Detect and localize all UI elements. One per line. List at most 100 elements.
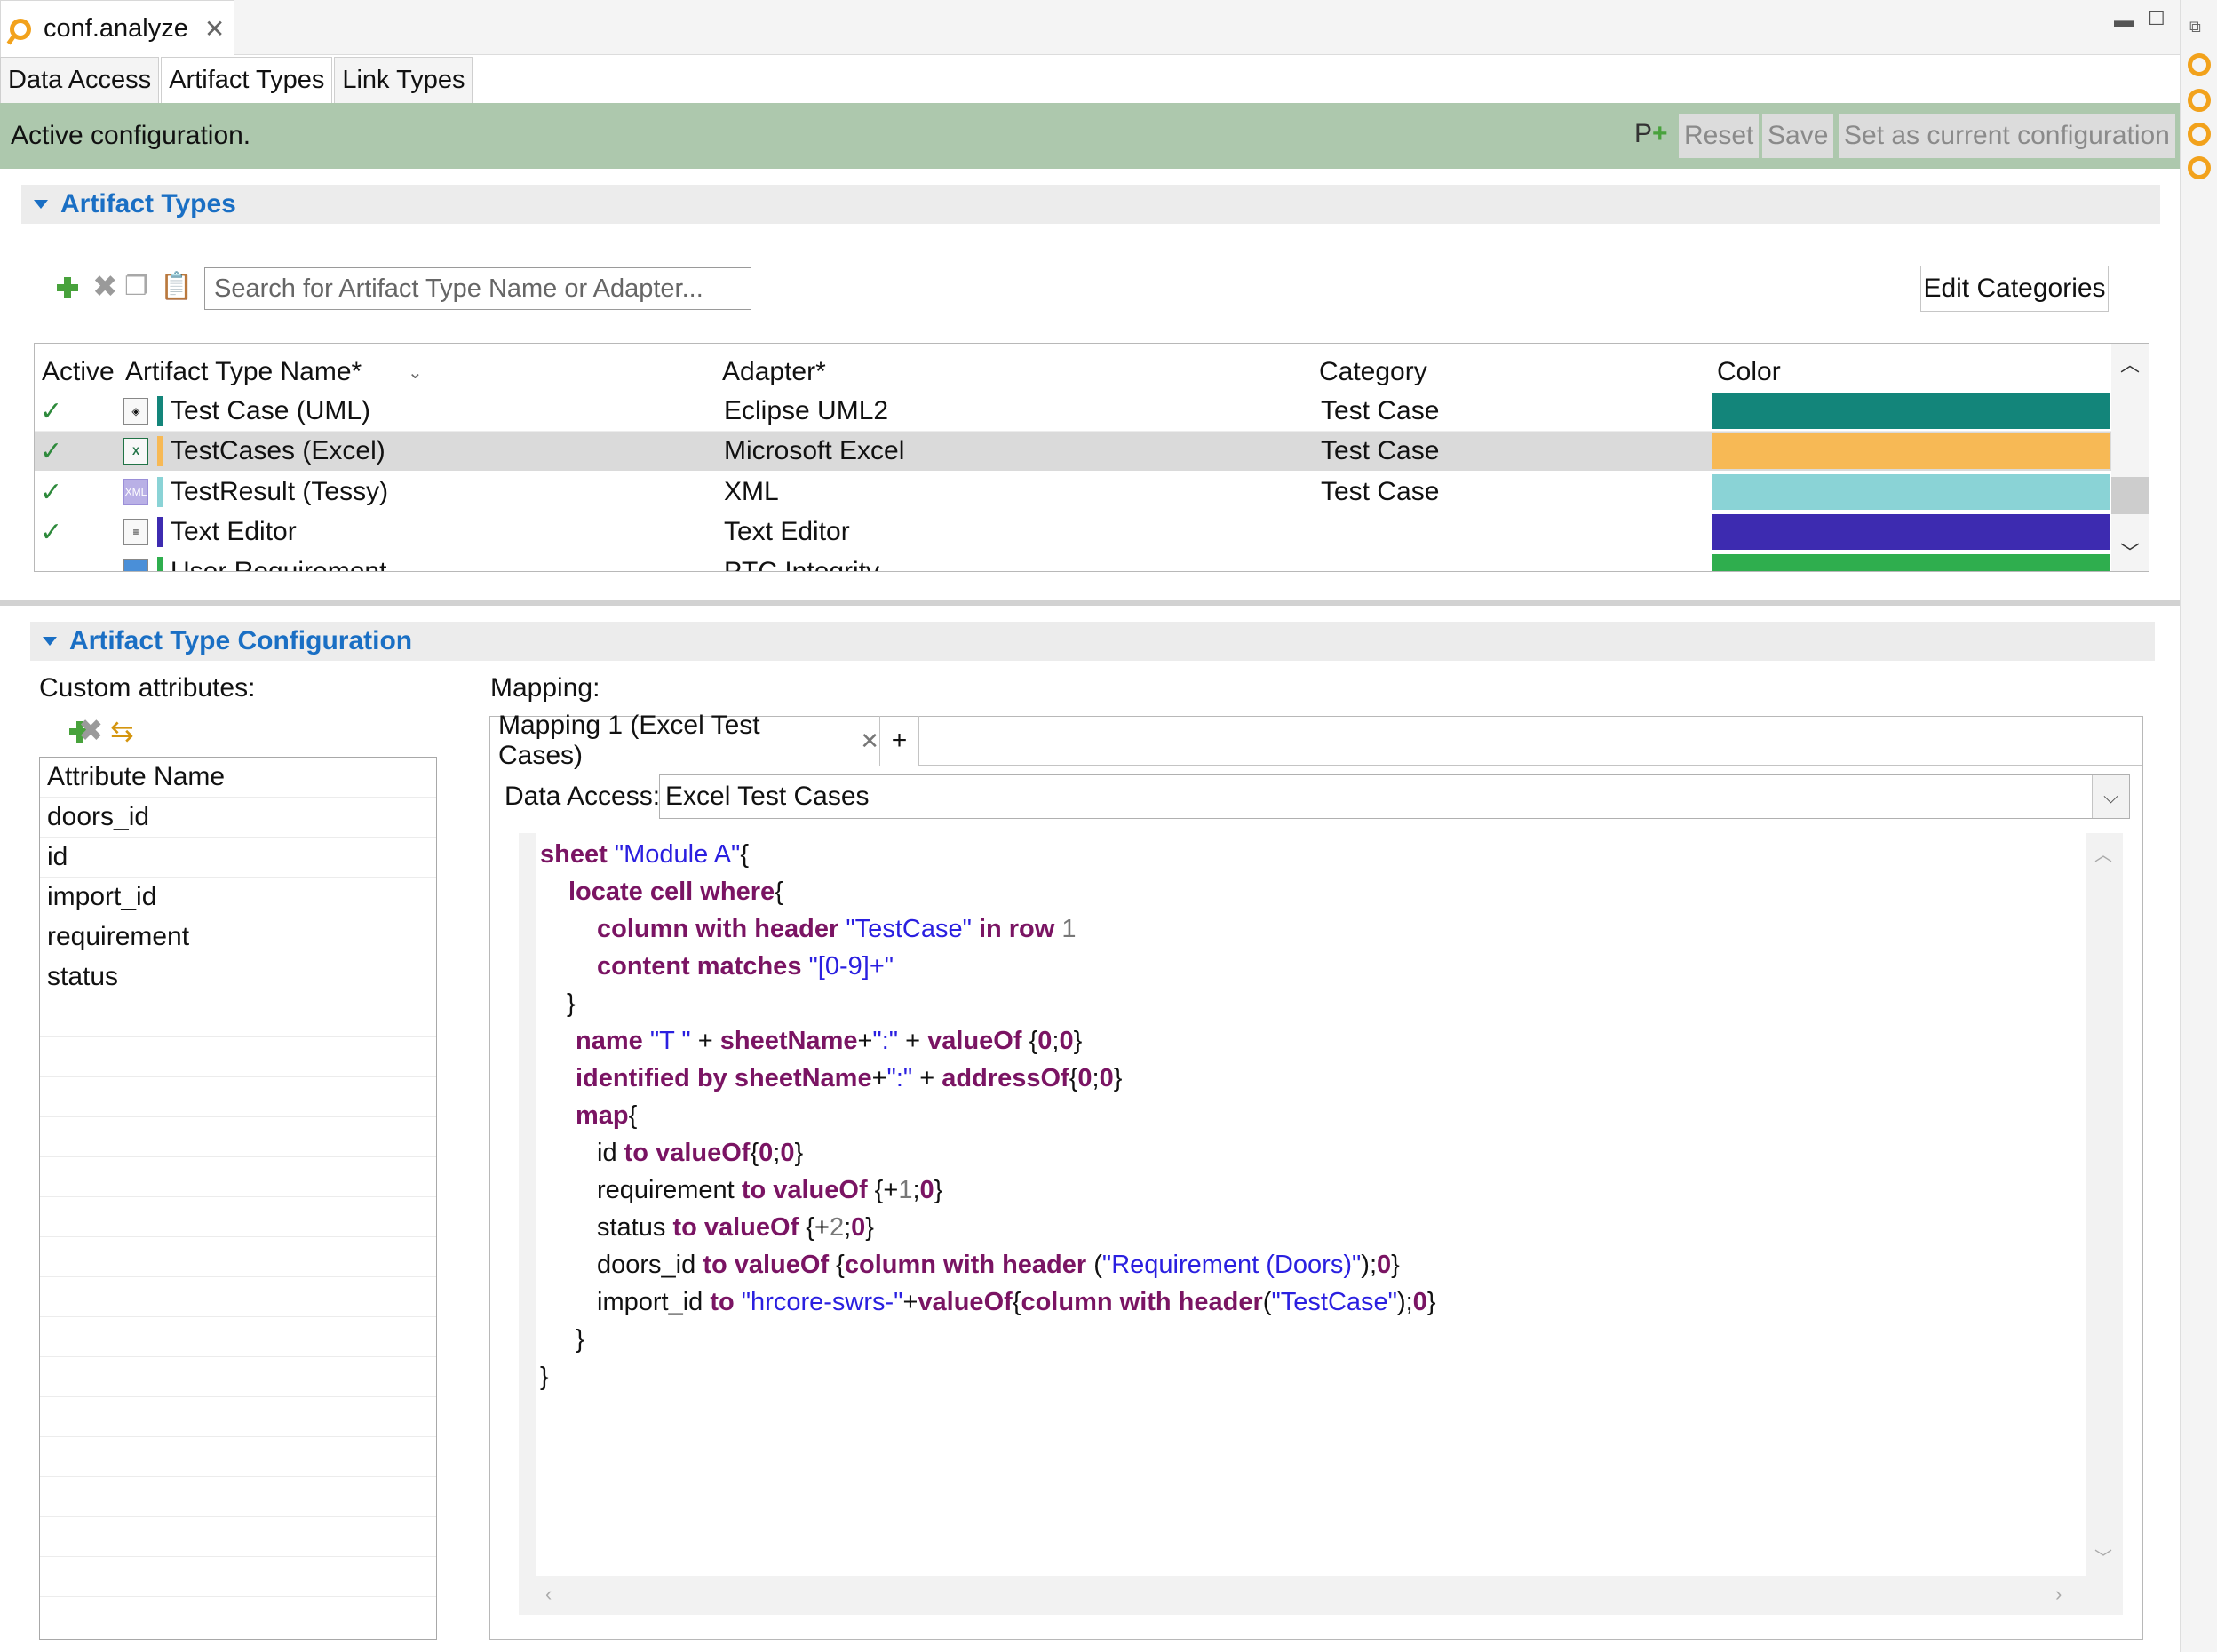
code-line: } xyxy=(540,1362,549,1392)
code-token: column with header xyxy=(844,1251,1087,1279)
artifact-search-input[interactable]: Search for Artifact Type Name or Adapter… xyxy=(204,267,751,310)
delete-attribute-icon[interactable]: ✖ xyxy=(78,716,104,746)
column-header-active[interactable]: Active xyxy=(42,351,115,393)
mapping-tab[interactable]: Mapping 1 (Excel Test Cases) ✕ xyxy=(489,711,880,770)
category-cell: Test Case xyxy=(1321,396,1440,425)
rename-attribute-icon[interactable]: ⇆ xyxy=(110,714,134,748)
code-token: map xyxy=(576,1101,629,1130)
sort-chevron-icon[interactable]: ⌄ xyxy=(408,351,423,393)
active-check-icon[interactable]: ✓ xyxy=(40,473,62,512)
code-line: id to valueOf{0;0} xyxy=(597,1139,803,1168)
collapse-icon xyxy=(43,637,57,646)
adapter-cell: XML xyxy=(724,477,779,506)
scroll-left-icon[interactable]: ‹ xyxy=(545,1583,552,1606)
data-access-select[interactable]: Excel Test Cases ⌵ xyxy=(659,774,2130,819)
table-vertical-scrollbar[interactable]: ︿ ﹀ xyxy=(2111,344,2149,571)
code-token: ; xyxy=(1092,1064,1100,1092)
minimize-icon[interactable]: ▬ xyxy=(2114,9,2134,32)
scroll-up-icon[interactable]: ︿ xyxy=(2094,840,2112,866)
code-token: to xyxy=(710,1288,735,1316)
delete-icon[interactable]: ✖ xyxy=(92,272,118,302)
list-item[interactable]: status xyxy=(40,957,436,997)
maximize-icon[interactable]: ☐ xyxy=(2148,7,2165,30)
table-row[interactable]: ✓ X TestCases (Excel) Microsoft Excel Tes… xyxy=(35,432,2113,471)
artifact-type-name: TestCases (Excel) xyxy=(171,436,385,465)
config-page-tabs: Data Access Artifact Types Link Types xyxy=(0,57,474,103)
color-swatch[interactable] xyxy=(1712,474,2110,510)
view-icon[interactable] xyxy=(2188,53,2211,76)
restore-icon[interactable]: ⧉ xyxy=(2189,18,2201,36)
column-header-category[interactable]: Category xyxy=(1319,351,1427,393)
list-item[interactable]: requirement xyxy=(40,917,436,957)
paste-icon[interactable]: 📋 xyxy=(160,274,193,300)
section-splitter[interactable] xyxy=(0,600,2180,606)
code-token: "Module A" xyxy=(614,840,741,869)
color-swatch[interactable] xyxy=(1712,393,2110,429)
add-mapping-button[interactable]: + xyxy=(880,716,919,766)
editor-tab[interactable]: conf.analyze ✕ xyxy=(0,0,234,57)
code-token: in row xyxy=(978,915,1055,943)
set-as-current-button[interactable]: Set as current configuration xyxy=(1839,114,2175,158)
active-check-icon[interactable]: ✓ xyxy=(40,512,62,552)
list-item[interactable]: doors_id xyxy=(40,798,436,838)
scrollbar-thumb[interactable] xyxy=(2111,477,2149,514)
code-token: } xyxy=(794,1139,804,1167)
table-row[interactable]: ✓ ≡ Text Editor Text Editor xyxy=(35,512,2113,552)
column-header-adapter[interactable]: Adapter* xyxy=(722,351,826,393)
code-token: valueOf xyxy=(918,1288,1013,1316)
column-header-color[interactable]: Color xyxy=(1717,351,1781,393)
scroll-down-icon[interactable]: ﹀ xyxy=(2094,1544,2112,1569)
code-token: 1 xyxy=(898,1176,913,1204)
empty-row xyxy=(40,1437,436,1477)
close-icon[interactable]: ✕ xyxy=(204,14,225,44)
active-check-icon[interactable]: ✓ xyxy=(40,432,62,471)
copy-icon[interactable]: ❐ xyxy=(124,274,148,300)
scroll-down-icon[interactable]: ﹀ xyxy=(2120,537,2140,566)
tab-link-types[interactable]: Link Types xyxy=(334,57,473,103)
color-swatch[interactable] xyxy=(1712,554,2110,571)
tab-data-access[interactable]: Data Access xyxy=(0,57,160,103)
view-icon[interactable] xyxy=(2188,89,2211,112)
add-icon[interactable] xyxy=(57,277,78,298)
artifact-type-configuration-header[interactable]: Artifact Type Configuration xyxy=(30,622,2155,661)
view-icon[interactable] xyxy=(2188,123,2211,146)
chevron-down-icon[interactable]: ⌵ xyxy=(2092,775,2129,818)
artifact-type-name: Text Editor xyxy=(171,517,297,546)
reset-button[interactable]: Reset xyxy=(1679,114,1760,158)
empty-row xyxy=(40,1517,436,1557)
code-token: 0 xyxy=(780,1139,795,1167)
table-row[interactable]: User Requirement PTC Integrity xyxy=(35,552,2113,572)
close-icon[interactable]: ✕ xyxy=(860,727,879,755)
add-configuration-icon[interactable]: P+ xyxy=(1634,119,1668,149)
code-token: sheetName xyxy=(719,1027,858,1055)
active-configuration-bar: Active configuration. P+ Reset Save Set … xyxy=(0,103,2180,169)
code-token: 1 xyxy=(1061,915,1077,943)
editor-tab-title: conf.analyze xyxy=(44,14,188,43)
scroll-up-icon[interactable]: ︿ xyxy=(2120,349,2140,377)
scroll-right-icon[interactable]: › xyxy=(2055,1583,2062,1606)
code-token: { xyxy=(1069,1064,1078,1092)
code-horizontal-scrollbar[interactable]: ‹ › xyxy=(536,1577,2086,1615)
table-row[interactable]: ✓ ◈ Test Case (UML) Eclipse UML2 Test Cas… xyxy=(35,392,2113,431)
color-swatch[interactable] xyxy=(1712,514,2110,550)
mapping-label: Mapping: xyxy=(490,673,600,703)
list-item[interactable]: import_id xyxy=(40,878,436,917)
color-swatch[interactable] xyxy=(1712,433,2110,469)
save-button[interactable]: Save xyxy=(1762,114,1834,158)
active-check-icon[interactable]: ✓ xyxy=(40,392,62,431)
code-token: } xyxy=(1426,1288,1436,1316)
right-trim-bar: ⧉ xyxy=(2180,0,2217,1652)
code-line: sheet "Module A"{ xyxy=(540,840,749,870)
tab-artifact-types[interactable]: Artifact Types xyxy=(161,57,333,103)
list-item[interactable]: id xyxy=(40,838,436,878)
view-icon[interactable] xyxy=(2188,156,2211,179)
artifact-type-name: TestResult (Tessy) xyxy=(171,477,389,506)
table-row[interactable]: ✓ XML TestResult (Tessy) XML Test Case xyxy=(35,473,2113,512)
column-header-name[interactable]: Artifact Type Name* xyxy=(125,351,362,393)
attribute-column-header[interactable]: Attribute Name xyxy=(40,758,436,798)
artifact-types-section-header[interactable]: Artifact Types xyxy=(21,185,2160,224)
artifact-type-name: User Requirement xyxy=(171,557,387,572)
code-vertical-scrollbar[interactable]: ︿ ﹀ xyxy=(2086,833,2123,1576)
edit-categories-button[interactable]: Edit Categories xyxy=(1920,266,2109,312)
